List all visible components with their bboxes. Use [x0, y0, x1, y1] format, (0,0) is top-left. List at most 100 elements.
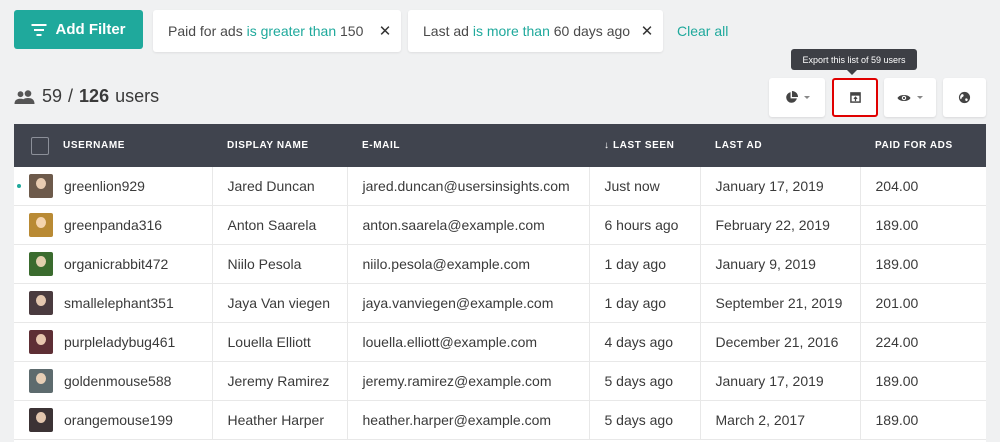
user-count: 59 / 126 users — [14, 86, 159, 107]
cell-username[interactable]: purpleladybug461 — [14, 322, 213, 362]
eye-icon — [897, 94, 911, 101]
cell-username[interactable]: greenlion929 — [14, 167, 213, 206]
add-filter-label: Add Filter — [55, 21, 126, 38]
cell-last-seen: 1 day ago — [589, 244, 701, 284]
online-status-indicator — [17, 184, 21, 188]
cell-username[interactable]: greenpanda316 — [14, 205, 213, 245]
users-icon — [14, 89, 35, 104]
export-icon — [849, 92, 861, 103]
count-separator: / — [68, 86, 74, 106]
avatar — [29, 213, 53, 237]
cell-last-seen: 6 hours ago — [589, 205, 701, 245]
filter-chip-last-ad[interactable]: Last ad is more than 60 days ago ✕ — [408, 10, 663, 52]
cell-username[interactable]: orangemouse199 — [14, 400, 213, 440]
cell-display-name: Anton Saarela — [212, 205, 348, 245]
cell-last-seen: 4 days ago — [589, 322, 701, 362]
cell-username[interactable]: goldenmouse588 — [14, 361, 213, 401]
cell-last-ad: March 2, 2017 — [700, 400, 861, 440]
table-row[interactable]: greenlion929 Jared Duncan jared.duncan@use… — [14, 167, 986, 206]
count-unit: users — [115, 86, 160, 106]
avatar — [29, 252, 53, 276]
cell-username[interactable]: organicrabbit472 — [14, 244, 213, 284]
column-header-label: USERNAME — [63, 140, 126, 151]
table-row[interactable]: greenpanda316 Anton Saarela anton.saarela@… — [14, 205, 986, 245]
map-view-button[interactable] — [943, 78, 986, 117]
username[interactable]: purpleladybug461 — [64, 334, 175, 350]
header-last-ad[interactable]: LAST AD — [700, 124, 860, 167]
avatar — [29, 408, 53, 432]
username[interactable]: orangemouse199 — [64, 412, 173, 428]
cell-paid-for-ads: 189.00 — [860, 400, 986, 440]
cell-email: jared.duncan@usersinsights.com — [347, 167, 590, 206]
chart-dropdown-button[interactable] — [769, 78, 825, 117]
cell-last-seen: 5 days ago — [589, 361, 701, 401]
cell-display-name: Louella Elliott — [212, 322, 348, 362]
table-row[interactable]: purpleladybug461 Louella Elliott louella.e… — [14, 322, 986, 362]
filter-value: 150 — [340, 23, 364, 39]
cell-last-ad: September 21, 2019 — [700, 283, 861, 323]
filtered-count: 59 — [42, 86, 63, 106]
table-row[interactable]: orangemouse199 Heather Harper heather.harp… — [14, 400, 986, 440]
chevron-down-icon — [917, 96, 923, 99]
cell-email: jaya.vanviegen@example.com — [347, 283, 590, 323]
username[interactable]: greenpanda316 — [64, 217, 162, 233]
cell-last-ad: January 17, 2019 — [700, 167, 861, 206]
export-button[interactable] — [832, 78, 878, 117]
cell-paid-for-ads: 189.00 — [860, 244, 986, 284]
cell-username[interactable]: smallelephant351 — [14, 283, 213, 323]
username[interactable]: organicrabbit472 — [64, 256, 168, 272]
avatar — [29, 330, 53, 354]
cell-last-seen: Just now — [589, 167, 701, 206]
filter-operator: is greater than — [246, 23, 337, 39]
filter-field: Paid for ads — [168, 23, 243, 39]
cell-email: louella.elliott@example.com — [347, 322, 590, 362]
table-row[interactable]: organicrabbit472 Niilo Pesola niilo.pesola… — [14, 244, 986, 284]
cell-paid-for-ads: 201.00 — [860, 283, 986, 323]
avatar — [29, 174, 53, 198]
globe-icon — [958, 91, 971, 104]
cell-display-name: Jaya Van viegen — [212, 283, 348, 323]
columns-visibility-button[interactable] — [884, 78, 936, 117]
filter-icon — [31, 23, 47, 36]
filter-value: 60 days ago — [553, 23, 631, 39]
cell-email: jeremy.ramirez@example.com — [347, 361, 590, 401]
header-username[interactable]: USERNAME — [14, 124, 212, 167]
header-last-seen[interactable]: ↓ LAST SEEN — [589, 124, 700, 167]
cell-last-ad: February 22, 2019 — [700, 205, 861, 245]
cell-last-seen: 1 day ago — [589, 283, 701, 323]
header-paid-for-ads[interactable]: PAID FOR ADS — [860, 124, 986, 167]
cell-paid-for-ads: 224.00 — [860, 322, 986, 362]
table-row[interactable]: smallelephant351 Jaya Van viegen jaya.vanv… — [14, 283, 986, 323]
add-filter-button[interactable]: Add Filter — [14, 10, 143, 49]
remove-filter-close-icon[interactable]: ✕ — [369, 10, 401, 52]
username[interactable]: greenlion929 — [64, 178, 145, 194]
clear-all-link[interactable]: Clear all — [677, 23, 728, 39]
cell-last-seen: 5 days ago — [589, 400, 701, 440]
cell-paid-for-ads: 204.00 — [860, 167, 986, 206]
username[interactable]: goldenmouse588 — [64, 373, 171, 389]
select-all-checkbox[interactable] — [31, 136, 49, 155]
header-email[interactable]: E-MAIL — [347, 124, 589, 167]
cell-email: heather.harper@example.com — [347, 400, 590, 440]
cell-paid-for-ads: 189.00 — [860, 205, 986, 245]
cell-paid-for-ads: 189.00 — [860, 361, 986, 401]
total-count: 126 — [79, 86, 110, 106]
header-display-name[interactable]: DISPLAY NAME — [212, 124, 347, 167]
pie-chart-icon — [785, 91, 798, 103]
cell-display-name: Jared Duncan — [212, 167, 348, 206]
avatar — [29, 291, 53, 315]
cell-email: niilo.pesola@example.com — [347, 244, 590, 284]
cell-last-ad: January 17, 2019 — [700, 361, 861, 401]
filter-field: Last ad — [423, 23, 469, 39]
table-row[interactable]: goldenmouse588 Jeremy Ramirez jeremy.ramir… — [14, 361, 986, 401]
users-table: USERNAME DISPLAY NAME E-MAIL ↓ LAST SEEN… — [14, 124, 986, 442]
cell-last-ad: January 9, 2019 — [700, 244, 861, 284]
chevron-down-icon — [803, 96, 810, 99]
avatar — [29, 369, 53, 393]
cell-email: anton.saarela@example.com — [347, 205, 590, 245]
filter-chip-paid-for-ads[interactable]: Paid for ads is greater than 150 ✕ — [153, 10, 401, 52]
cell-display-name: Niilo Pesola — [212, 244, 348, 284]
table-header-row: USERNAME DISPLAY NAME E-MAIL ↓ LAST SEEN… — [14, 124, 986, 167]
username[interactable]: smallelephant351 — [64, 295, 174, 311]
remove-filter-close-icon[interactable]: ✕ — [631, 10, 663, 52]
